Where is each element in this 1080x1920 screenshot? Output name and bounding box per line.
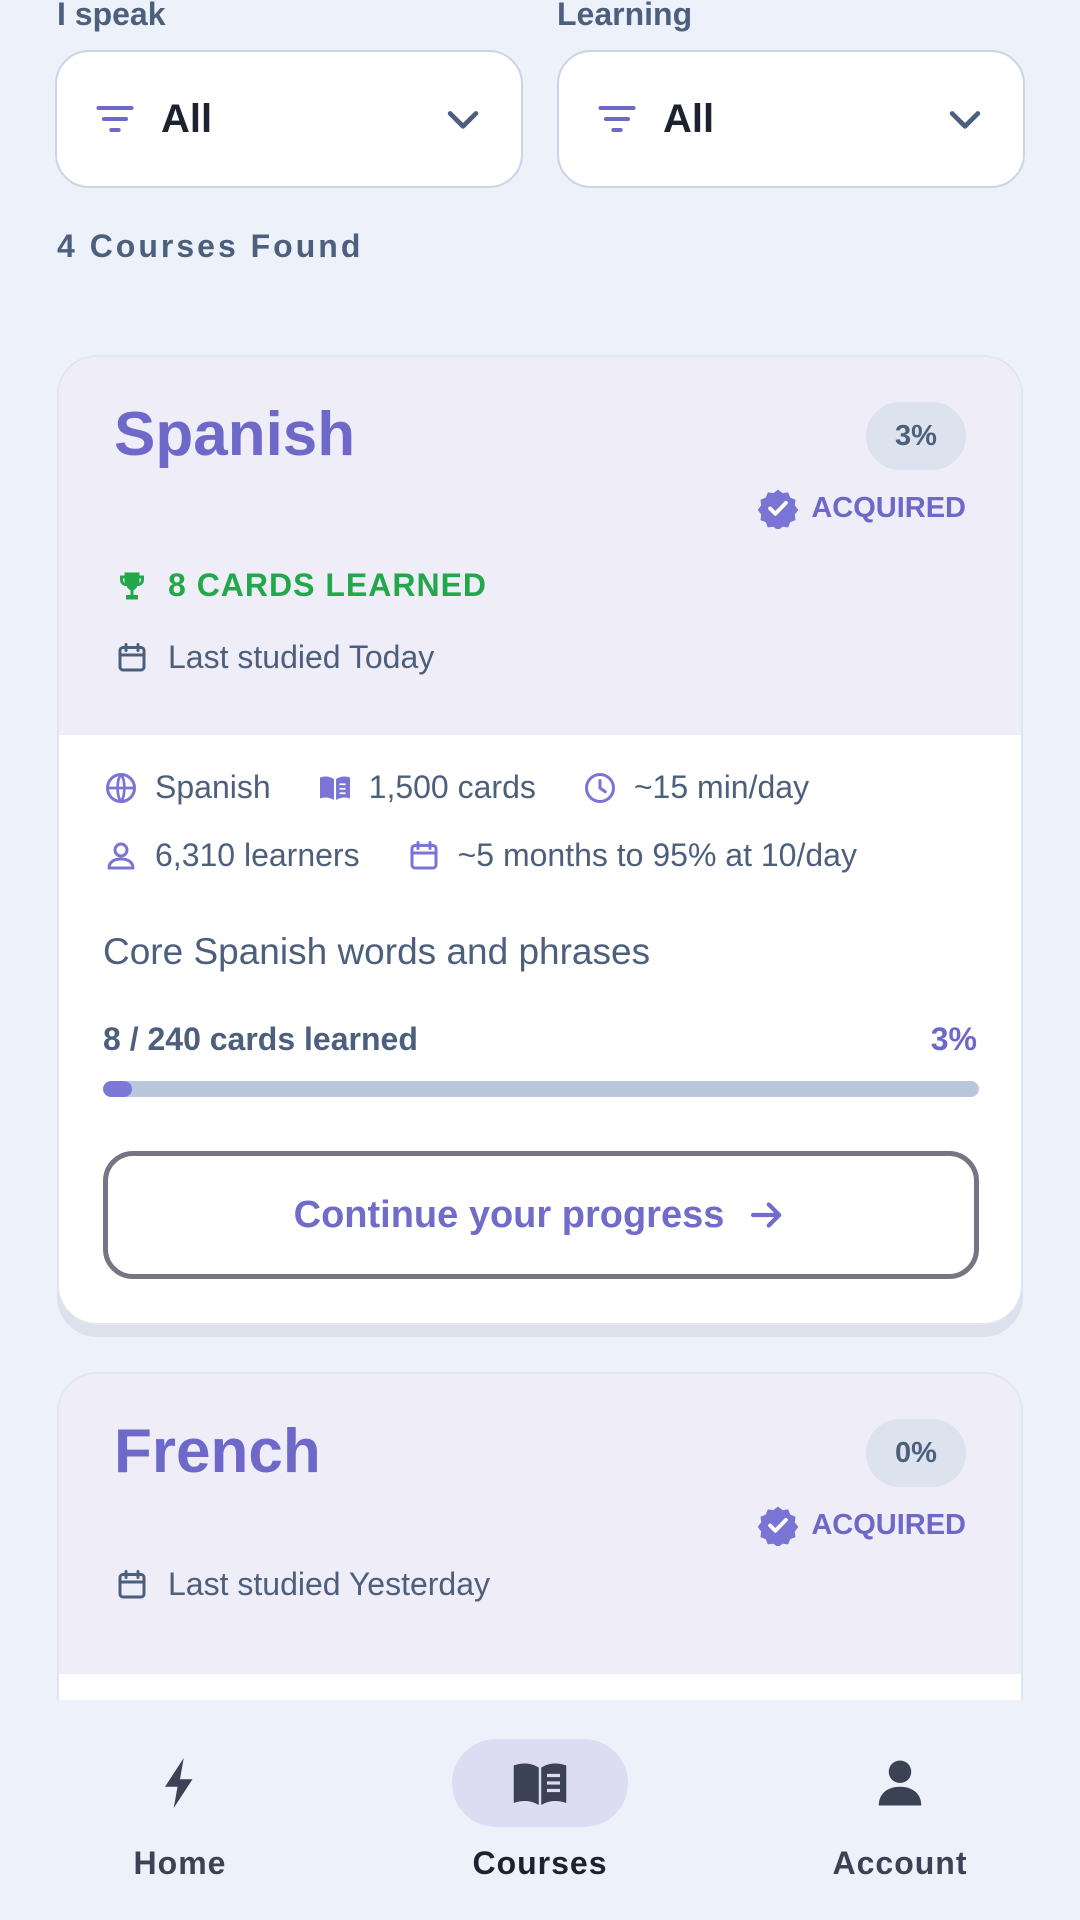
speak-filter-dropdown[interactable]: All: [55, 50, 523, 188]
person-icon: [107, 842, 135, 869]
clock-icon: [584, 772, 615, 803]
open-book-icon: [319, 776, 350, 800]
meta-learners: 6,310 learners: [103, 837, 360, 874]
person-icon: [878, 1760, 922, 1806]
cards-learned-badge: 8 CARDS LEARNED: [114, 567, 487, 604]
meta-learners-text: 6,310 learners: [155, 837, 360, 873]
trophy-icon: [120, 572, 144, 599]
nav-item-home[interactable]: Home: [0, 1700, 360, 1920]
course-title: French: [114, 1417, 321, 1486]
nav-pill-account: [812, 1739, 988, 1827]
meta-cards-text: 1,500 cards: [368, 769, 536, 805]
cards-learned-text: 8 CARDS LEARNED: [168, 567, 488, 603]
progress-bar-fill: [103, 1081, 132, 1097]
calendar-icon: [118, 1569, 146, 1598]
globe-icon: [106, 772, 136, 803]
meta-cards: 1,500 cards: [317, 769, 536, 806]
progress-label: 8 / 240 cards learned: [103, 1021, 418, 1057]
filter-icon: [96, 105, 134, 133]
app-screen: I speak Learning All All 4 Courses Found…: [0, 0, 1080, 1920]
chevron-down-icon: [447, 111, 479, 129]
meta-language-text: Spanish: [155, 769, 271, 805]
learning-filter-value: All: [663, 96, 715, 141]
last-studied-row: Last studied Yesterday: [114, 1566, 490, 1603]
meta-estimate: ~5 months to 95% at 10/day: [406, 837, 857, 874]
continue-progress-label: Continue your progress: [293, 1193, 725, 1236]
meta-time-text: ~15 min/day: [633, 769, 810, 805]
course-meta-row-2: 6,310 learners ~5 months to 95% at 10/da…: [103, 837, 903, 874]
nav-item-courses[interactable]: Courses: [360, 1700, 720, 1920]
nav-item-account[interactable]: Account: [720, 1700, 1080, 1920]
continue-progress-button[interactable]: Continue your progress: [103, 1151, 979, 1279]
nav-label-courses: Courses: [472, 1845, 608, 1881]
nav-label-home: Home: [133, 1845, 227, 1881]
chevron-down-icon: [949, 111, 981, 129]
bottom-navigation: Home Courses Account: [0, 1700, 1080, 1920]
nav-pill-courses: [452, 1739, 628, 1827]
learning-filter-label: Learning: [557, 0, 693, 32]
meta-estimate-text: ~5 months to 95% at 10/day: [457, 837, 857, 873]
acquired-badge: ACQUIRED: [757, 487, 966, 529]
bolt-icon: [165, 1758, 193, 1808]
acquired-label: ACQUIRED: [811, 491, 966, 524]
nav-pill-home: [92, 1739, 268, 1827]
course-card-header: Spanish 3% ACQUIRED 8 CARDS LEARNED Last…: [59, 357, 1021, 735]
progress-bar: [103, 1081, 979, 1097]
calendar-icon: [118, 642, 146, 671]
course-card-body: Spanish 1,500 cards ~15 min/day 6,310 le…: [59, 735, 1021, 1323]
percent-badge: 0%: [866, 1419, 966, 1487]
arrow-right-icon: [751, 1202, 782, 1228]
courses-found-count: 4 Courses Found: [57, 228, 364, 264]
acquired-badge: ACQUIRED: [757, 1504, 966, 1546]
filter-icon: [598, 105, 636, 133]
progress-percent: 3%: [930, 1021, 977, 1057]
course-title: Spanish: [114, 400, 356, 469]
last-studied-text: Last studied Yesterday: [168, 1566, 491, 1602]
course-card-header: French 0% ACQUIRED Last studied Yesterda…: [59, 1374, 1021, 1674]
learning-filter-dropdown[interactable]: All: [557, 50, 1025, 188]
speak-filter-value: All: [161, 96, 213, 141]
last-studied-row: Last studied Today: [114, 639, 434, 676]
percent-badge: 3%: [866, 402, 966, 470]
last-studied-text: Last studied Today: [168, 639, 435, 675]
nav-label-account: Account: [832, 1845, 968, 1881]
calendar-icon: [410, 840, 438, 869]
course-meta-row-1: Spanish 1,500 cards ~15 min/day: [103, 769, 855, 806]
verified-badge-icon: [758, 489, 799, 529]
verified-badge-icon: [758, 1506, 799, 1546]
book-icon: [513, 1763, 567, 1805]
meta-time: ~15 min/day: [582, 769, 809, 806]
meta-language: Spanish: [103, 769, 271, 806]
speak-filter-label: I speak: [57, 0, 166, 32]
course-description: Core Spanish words and phrases: [103, 931, 651, 972]
course-card-spanish[interactable]: Spanish 3% ACQUIRED 8 CARDS LEARNED Last…: [57, 355, 1023, 1325]
acquired-label: ACQUIRED: [811, 1508, 966, 1541]
